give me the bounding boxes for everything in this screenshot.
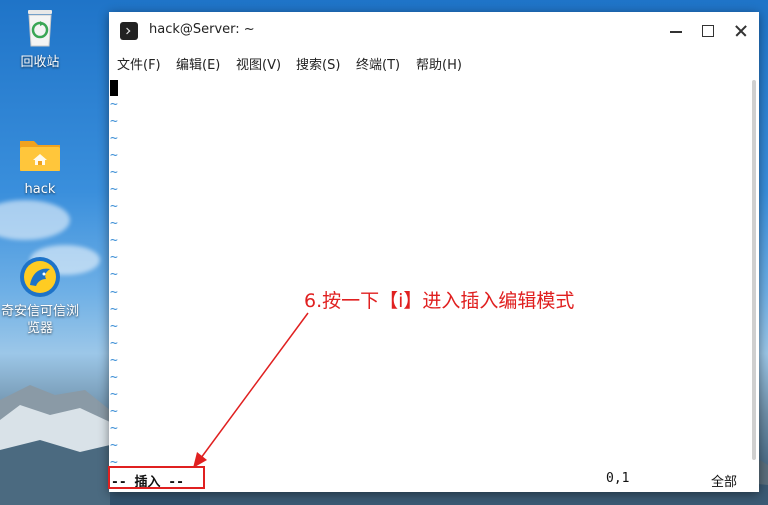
annotation-arrow	[193, 312, 309, 468]
annotation-text: 6.按一下【i】进入插入编辑模式	[304, 290, 575, 312]
